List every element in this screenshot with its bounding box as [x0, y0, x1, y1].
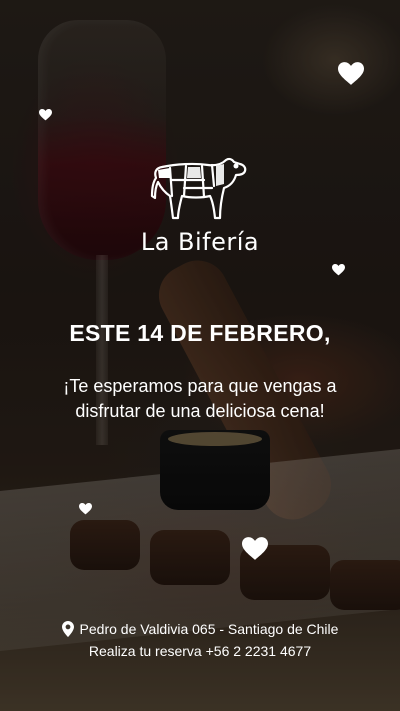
brand-logo: La Bifería	[0, 156, 400, 256]
invitation-message: ¡Te esperamos para que vengas a disfruta…	[63, 376, 337, 421]
reservation-phone[interactable]: Realiza tu reserva +56 2 2231 4677	[0, 640, 400, 662]
address-text: Pedro de Valdivia 065 - Santiago de Chil…	[79, 621, 339, 637]
heart-icon	[242, 537, 268, 560]
contact-footer: Pedro de Valdivia 065 - Santiago de Chil…	[0, 618, 400, 662]
brand-name: La Bifería	[140, 228, 260, 256]
heart-icon	[39, 109, 52, 121]
dark-overlay	[0, 0, 400, 711]
cow-cuts-icon	[150, 157, 247, 220]
location-pin-icon	[61, 621, 74, 637]
heart-icon	[338, 62, 364, 85]
heart-icon	[79, 503, 92, 515]
headline: ESTE 14 DE FEBRERO,	[69, 320, 331, 346]
heart-icon	[332, 264, 345, 276]
story-card: La Bifería ESTE 14 DE FEBRERO, ¡Te esper…	[0, 0, 400, 711]
address-row: Pedro de Valdivia 065 - Santiago de Chil…	[0, 618, 400, 640]
